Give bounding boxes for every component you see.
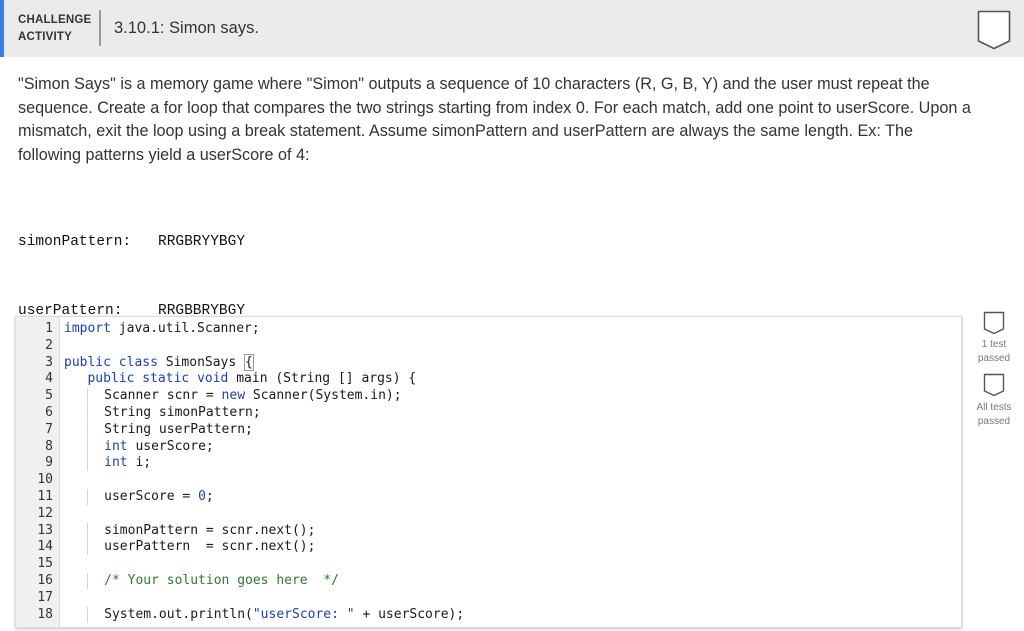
- code-text[interactable]: String userPattern;: [64, 421, 253, 439]
- header-divider: [99, 10, 101, 46]
- activity-type-label: CHALLENGE ACTIVITY: [18, 12, 91, 46]
- simon-pattern-value: RRGBRYYBGY: [158, 234, 246, 250]
- code-line[interactable]: 1 import java.util.Scanner;: [16, 321, 959, 338]
- code-line[interactable]: 13 simonPattern = scnr.next();: [16, 522, 959, 540]
- code-text[interactable]: public static void main (String [] args)…: [64, 371, 416, 388]
- code-text[interactable]: int userScore;: [64, 438, 214, 456]
- activity-header: CHALLENGE ACTIVITY 3.10.1: Simon says.: [0, 0, 1024, 57]
- code-line[interactable]: 3 public class SimonSays {: [16, 353, 959, 372]
- code-line[interactable]: 15: [16, 556, 959, 573]
- code-text[interactable]: public class SimonSays {: [64, 353, 254, 372]
- line-number: 17: [37, 589, 53, 605]
- code-line[interactable]: 14 userPattern = scnr.next();: [16, 539, 959, 556]
- code-editor[interactable]: 1 import java.util.Scanner; 2 3 public cla…: [15, 316, 962, 628]
- line-number: 5: [45, 388, 53, 404]
- code-line[interactable]: 10: [16, 472, 959, 489]
- line-number: 3: [45, 354, 53, 370]
- simon-pattern-row: simonPattern: RRGBRYYBGY: [18, 231, 245, 254]
- code-line[interactable]: 11 userScore = 0;: [16, 489, 959, 506]
- code-line[interactable]: 7 String userPattern;: [16, 421, 959, 439]
- all-tests-label-line2: passed: [977, 415, 1011, 427]
- line-number: 2: [45, 337, 53, 353]
- line-number: 18: [37, 606, 53, 622]
- line-number: 4: [45, 371, 53, 387]
- all-tests-label-line1: All tests: [976, 402, 1012, 413]
- code-text[interactable]: import java.util.Scanner;: [64, 321, 260, 338]
- code-line[interactable]: 2: [16, 338, 959, 355]
- completion-shield-icon: [977, 10, 1011, 50]
- line-number: 8: [45, 438, 53, 454]
- line-number: 10: [37, 472, 53, 488]
- code-text[interactable]: /* Your solution goes here */: [64, 573, 339, 590]
- code-text[interactable]: int i;: [64, 455, 151, 472]
- line-number: 9: [45, 455, 53, 471]
- code-text[interactable]: userPattern = scnr.next();: [64, 539, 315, 556]
- test-1-label-line1: 1 test: [981, 339, 1007, 350]
- code-line[interactable]: 5 Scanner scnr = new Scanner(System.in);: [16, 388, 959, 405]
- line-number: 6: [45, 405, 53, 420]
- line-number: 7: [45, 421, 53, 437]
- description-text: "Simon Says" is a memory game where "Sim…: [18, 75, 971, 164]
- code-text[interactable]: userScore = 0;: [64, 489, 214, 506]
- line-number: 16: [37, 573, 53, 588]
- activity-title: 3.10.1: Simon says.: [114, 19, 259, 37]
- code-text[interactable]: Scanner scnr = new Scanner(System.in);: [64, 388, 402, 405]
- test-1-label-line2: passed: [977, 352, 1011, 364]
- activity-type-line1: CHALLENGE: [18, 14, 92, 26]
- line-number: 11: [37, 489, 53, 504]
- all-tests-status: All tests passed: [972, 401, 1016, 428]
- code-line[interactable]: 12: [16, 506, 959, 523]
- code-line[interactable]: 4 public static void main (String [] arg…: [16, 371, 959, 388]
- activity-type-line2: ACTIVITY: [18, 31, 72, 43]
- test-1-shield-icon: [983, 311, 1005, 335]
- all-tests-shield-icon: [983, 373, 1005, 397]
- code-line[interactable]: 9 int i;: [16, 455, 959, 472]
- code-line[interactable]: 16 /* Your solution goes here */: [16, 573, 959, 590]
- line-number: 12: [37, 505, 53, 521]
- code-line[interactable]: 18 System.out.println("userScore: " + us…: [16, 606, 959, 624]
- code-line[interactable]: 17: [16, 590, 959, 607]
- code-line[interactable]: 6 String simonPattern;: [16, 405, 959, 422]
- test-1-status: 1 test passed: [972, 338, 1016, 365]
- line-number: 13: [37, 522, 53, 538]
- code-text[interactable]: String simonPattern;: [64, 405, 261, 422]
- simon-pattern-label: simonPattern:: [18, 234, 132, 250]
- activity-description: "Simon Says" is a memory game where "Sim…: [18, 73, 978, 167]
- code-text[interactable]: simonPattern = scnr.next();: [64, 522, 315, 540]
- line-number: 14: [37, 539, 53, 555]
- code-line[interactable]: 8 int userScore;: [16, 438, 959, 456]
- accent-bar: [0, 0, 4, 57]
- line-number: 1: [45, 321, 53, 336]
- code-text[interactable]: System.out.println("userScore: " + userS…: [64, 606, 464, 624]
- line-number: 15: [37, 556, 53, 572]
